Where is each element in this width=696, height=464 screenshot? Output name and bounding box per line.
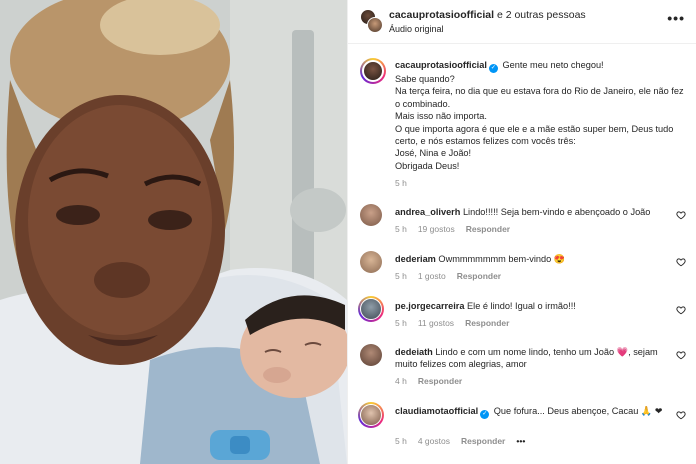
comment-meta: 4 h Responder — [395, 376, 473, 386]
post-header: cacauprotasioofficial e 2 outras pessoas… — [348, 0, 696, 44]
post-photo[interactable] — [0, 0, 347, 464]
comment-likes[interactable]: 1 gosto — [418, 271, 446, 281]
heart-outline-icon[interactable] — [676, 257, 686, 267]
caption-line: Sabe quando? — [395, 74, 455, 84]
more-options-icon[interactable]: ••• — [667, 10, 685, 26]
caption-line: Na terça feira, no dia que eu estava for… — [395, 86, 684, 109]
comment-meta: 5 h 11 gostos Responder — [395, 318, 520, 328]
reply-button[interactable]: Responder — [466, 224, 510, 234]
comment-text: andrea_oliverh Lindo!!!!! Seja bem-vindo… — [395, 206, 665, 218]
collaborator-avatars[interactable] — [360, 9, 383, 33]
caption-timestamp[interactable]: 5 h — [395, 178, 407, 188]
comment-meta: 5 h 1 gosto Responder — [395, 271, 512, 281]
comment-body: Lindo!!!!! Seja bem-vindo e abençoado o … — [462, 207, 651, 217]
other-authors[interactable]: e 2 outras pessoas — [494, 9, 586, 21]
comment-username[interactable]: dederiam — [395, 254, 436, 264]
comment-meta: 5 h 19 gostos Responder — [395, 224, 521, 234]
comment-likes[interactable]: 19 gostos — [418, 224, 455, 234]
comment-username[interactable]: andrea_oliverh — [395, 207, 460, 217]
comment-body: Owmmmmmmm bem-vindo 😍 — [438, 254, 566, 264]
reply-button[interactable]: Responder — [457, 271, 501, 281]
heart-outline-icon[interactable] — [676, 350, 686, 360]
comment-username[interactable]: pe.jorgecarreira — [395, 301, 464, 311]
verified-badge-icon: ✓ — [480, 410, 490, 419]
caption-line: Mais isso não importa. — [395, 111, 487, 122]
audio-label[interactable]: Áudio original — [389, 24, 444, 34]
comment-text: dedeiath Lindo e com um nome lindo, tenh… — [395, 346, 665, 371]
reply-button[interactable]: Responder — [418, 376, 462, 386]
comment-body: Ele é lindo! Igual o irmão!!! — [467, 301, 576, 311]
caption-avatar[interactable] — [360, 58, 386, 84]
comment-likes[interactable]: 11 gostos — [418, 318, 454, 328]
caption-line: Obrigada Deus! — [395, 160, 460, 171]
avatar[interactable] — [360, 204, 382, 226]
comment-time[interactable]: 5 h — [395, 318, 407, 328]
avatar[interactable] — [360, 251, 382, 273]
caption-line: O que importa agora é que ele e a mãe es… — [395, 123, 674, 147]
comment-likes[interactable]: 4 gostos — [418, 436, 450, 446]
comment-body: Que fofura... Deus abençoe, Cacau 🙏 ❤ — [493, 406, 663, 416]
comment-meta: 5 h 4 gostos Responder ••• — [395, 436, 536, 446]
author-username[interactable]: cacauprotasioofficial — [389, 9, 494, 21]
reply-button[interactable]: Responder — [461, 436, 505, 446]
comment-time[interactable]: 4 h — [395, 376, 407, 386]
comment-text: claudiamotaofficial ✓ Que fofura... Deus … — [395, 405, 665, 419]
post-authors[interactable]: cacauprotasioofficial e 2 outras pessoas — [389, 9, 586, 21]
caption-line: José, Nina e João! — [395, 148, 472, 159]
comment-options-icon[interactable]: ••• — [516, 436, 525, 446]
avatar[interactable] — [358, 402, 384, 428]
avatar[interactable] — [360, 344, 382, 366]
caption-line: Gente meu neto chegou! — [502, 60, 604, 70]
post-caption: cacauprotasioofficial ✓ Gente meu neto ch… — [395, 59, 690, 172]
heart-outline-icon[interactable] — [676, 210, 686, 220]
avatar — [367, 17, 383, 33]
heart-outline-icon[interactable] — [676, 410, 686, 420]
comment-text: dederiam Owmmmmmmm bem-vindo 😍 — [395, 253, 665, 265]
comment-time[interactable]: 5 h — [395, 224, 407, 234]
comment-body: Lindo e com um nome lindo, tenho um João… — [395, 347, 658, 370]
avatar[interactable] — [358, 296, 384, 322]
comment-username[interactable]: claudiamotaofficial — [395, 406, 478, 416]
comment-username[interactable]: dedeiath — [395, 347, 433, 357]
comment-text: pe.jorgecarreira Ele é lindo! Igual o ir… — [395, 300, 665, 312]
caption-username[interactable]: cacauprotasioofficial — [395, 60, 487, 70]
heart-outline-icon[interactable] — [676, 305, 686, 315]
verified-badge-icon: ✓ — [488, 64, 498, 73]
post-details-panel: cacauprotasioofficial e 2 outras pessoas… — [347, 0, 696, 464]
comment-time[interactable]: 5 h — [395, 436, 407, 446]
reply-button[interactable]: Responder — [465, 318, 509, 328]
photo-illustration — [0, 0, 347, 464]
comment-time[interactable]: 5 h — [395, 271, 407, 281]
